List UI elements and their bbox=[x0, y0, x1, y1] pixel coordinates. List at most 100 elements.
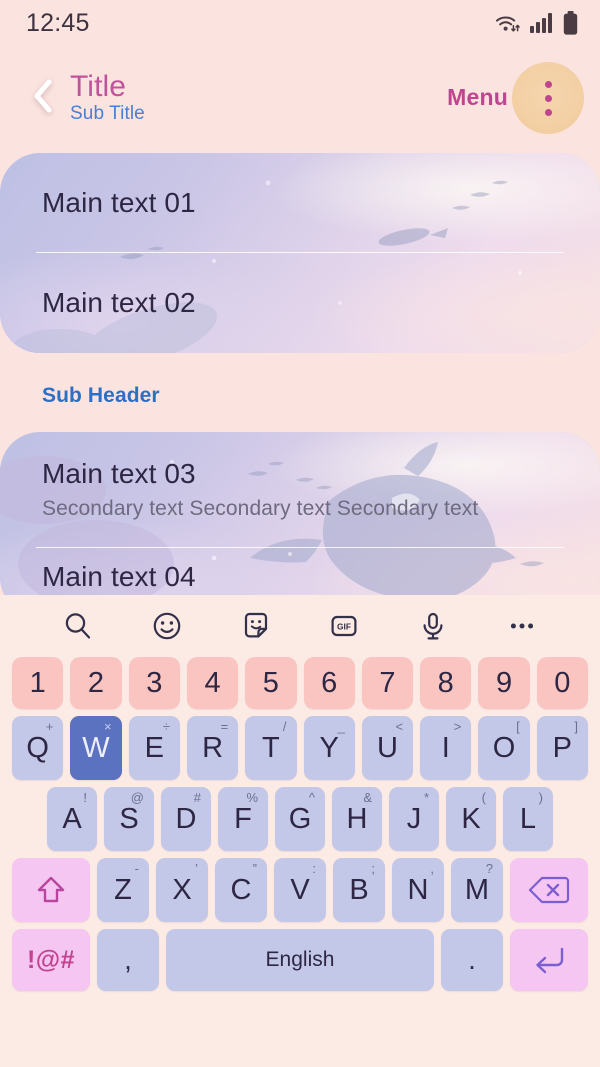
key-q-symbol: + bbox=[45, 719, 54, 734]
key-j-symbol: * bbox=[423, 790, 429, 805]
list-item-main-text: Main text 03 bbox=[42, 458, 196, 490]
key-m[interactable]: ? M bbox=[451, 858, 503, 922]
key-u[interactable]: < U bbox=[361, 716, 414, 780]
key-g[interactable]: ^ G bbox=[275, 787, 325, 851]
key-k-symbol: ( bbox=[481, 790, 486, 805]
key-w[interactable]: × W bbox=[70, 716, 122, 780]
key-3[interactable]: 3 bbox=[128, 657, 180, 709]
list-item-main-text: Main text 02 bbox=[42, 286, 196, 318]
search-icon[interactable] bbox=[55, 603, 101, 649]
key-o-symbol: [ bbox=[516, 719, 520, 734]
key-v-symbol: : bbox=[312, 861, 316, 876]
key-n-symbol: , bbox=[430, 861, 434, 876]
key-u-label: U bbox=[376, 731, 398, 764]
key-8[interactable]: 8 bbox=[420, 657, 472, 709]
key-s[interactable]: @ S bbox=[104, 787, 154, 851]
key-9[interactable]: 9 bbox=[478, 657, 530, 709]
signal-icon bbox=[530, 12, 554, 34]
key-h-symbol: & bbox=[363, 790, 372, 805]
keyboard-row-4: !@# , English . bbox=[6, 929, 594, 991]
list-item[interactable]: Main text 04 bbox=[0, 548, 600, 605]
period-key[interactable]: . bbox=[441, 929, 503, 991]
key-x-label: X bbox=[172, 873, 192, 906]
menu-button[interactable]: Menu bbox=[447, 84, 508, 113]
key-h[interactable]: & H bbox=[332, 787, 382, 851]
sticker-icon[interactable] bbox=[233, 603, 279, 649]
comma-key[interactable]: , bbox=[97, 929, 159, 991]
key-l[interactable]: ) L bbox=[503, 787, 553, 851]
key-a[interactable]: ! A bbox=[47, 787, 97, 851]
key-y[interactable]: _ Y bbox=[303, 716, 355, 780]
key-b-label: B bbox=[349, 873, 369, 906]
sub-header: Sub Header bbox=[42, 384, 160, 407]
more-options-button[interactable] bbox=[512, 62, 584, 134]
key-5[interactable]: 5 bbox=[245, 657, 297, 709]
list-item[interactable]: Main text 01 bbox=[0, 153, 600, 252]
key-o-label: O bbox=[492, 731, 516, 764]
key-a-label: A bbox=[62, 802, 82, 835]
row2-left-spacer bbox=[12, 787, 40, 851]
key-z-label: Z bbox=[114, 873, 132, 906]
key-4[interactable]: 4 bbox=[186, 657, 239, 709]
key-f[interactable]: % F bbox=[218, 787, 268, 851]
key-k[interactable]: ( K bbox=[446, 787, 496, 851]
list-card-primary: Main text 01 Main text 02 bbox=[0, 153, 600, 353]
enter-key[interactable] bbox=[510, 929, 588, 991]
list-item[interactable]: Main text 03 Secondary text Secondary te… bbox=[0, 432, 600, 547]
mic-icon[interactable] bbox=[410, 603, 456, 649]
key-1[interactable]: 1 bbox=[12, 657, 64, 709]
key-d[interactable]: # D bbox=[161, 787, 211, 851]
list-card-secondary: Main text 03 Secondary text Secondary te… bbox=[0, 432, 600, 605]
shift-up-arrow-icon bbox=[34, 873, 68, 907]
key-t-symbol: / bbox=[282, 719, 287, 734]
space-key[interactable]: English bbox=[166, 929, 434, 991]
key-r-symbol: = bbox=[220, 719, 229, 734]
key-m-symbol: ? bbox=[485, 861, 493, 876]
emoji-icon[interactable] bbox=[144, 603, 190, 649]
key-s-label: S bbox=[119, 802, 139, 835]
key-7[interactable]: 7 bbox=[361, 657, 414, 709]
key-x[interactable]: ’ X bbox=[156, 858, 208, 922]
key-2[interactable]: 2 bbox=[70, 657, 122, 709]
key-e[interactable]: ÷ E bbox=[128, 716, 180, 780]
key-z-symbol: - bbox=[134, 861, 139, 876]
key-p-label: P bbox=[552, 731, 572, 764]
svg-text:GIF: GIF bbox=[337, 622, 351, 632]
key-e-label: E bbox=[144, 731, 164, 764]
key-r[interactable]: = R bbox=[186, 716, 239, 780]
key-g-label: G bbox=[288, 802, 312, 835]
back-button[interactable] bbox=[20, 75, 66, 121]
status-icon-group bbox=[494, 11, 578, 35]
key-t-label: T bbox=[261, 731, 280, 764]
key-o[interactable]: [ O bbox=[478, 716, 530, 780]
key-c[interactable]: ” C bbox=[215, 858, 267, 922]
key-c-symbol: ” bbox=[252, 861, 257, 876]
app-bar-titles: Title Sub Title bbox=[70, 71, 447, 124]
key-b[interactable]: ; B bbox=[333, 858, 385, 922]
key-n[interactable]: , N bbox=[392, 858, 444, 922]
list-item[interactable]: Main text 02 bbox=[0, 253, 600, 352]
backspace-key[interactable] bbox=[510, 858, 588, 922]
gif-icon[interactable]: GIF bbox=[321, 603, 367, 649]
key-6[interactable]: 6 bbox=[303, 657, 355, 709]
key-j[interactable]: * J bbox=[389, 787, 439, 851]
key-r-label: R bbox=[202, 731, 224, 764]
chevron-left-icon bbox=[31, 78, 55, 119]
content-list[interactable]: Main text 01 Main text 02 Sub Header Mai… bbox=[0, 150, 600, 605]
symbols-key[interactable]: !@# bbox=[12, 929, 90, 991]
key-p-symbol: ] bbox=[574, 719, 578, 734]
key-0[interactable]: 0 bbox=[536, 657, 588, 709]
key-q[interactable]: + Q bbox=[12, 716, 64, 780]
list-item-main-text: Main text 01 bbox=[42, 186, 196, 218]
key-z[interactable]: - Z bbox=[97, 858, 149, 922]
key-t[interactable]: / T bbox=[245, 716, 297, 780]
row2-right-spacer bbox=[560, 787, 588, 851]
key-v[interactable]: : V bbox=[274, 858, 326, 922]
list-item-main-text: Main text 04 bbox=[42, 561, 196, 592]
key-p[interactable]: ] P bbox=[536, 716, 588, 780]
key-i[interactable]: > I bbox=[420, 716, 472, 780]
phone-screen: 12: 45 Title Sub Title Menu Main text 01 … bbox=[0, 0, 600, 1067]
more-icon[interactable] bbox=[499, 603, 545, 649]
shift-key[interactable] bbox=[12, 858, 90, 922]
key-g-symbol: ^ bbox=[308, 790, 315, 805]
